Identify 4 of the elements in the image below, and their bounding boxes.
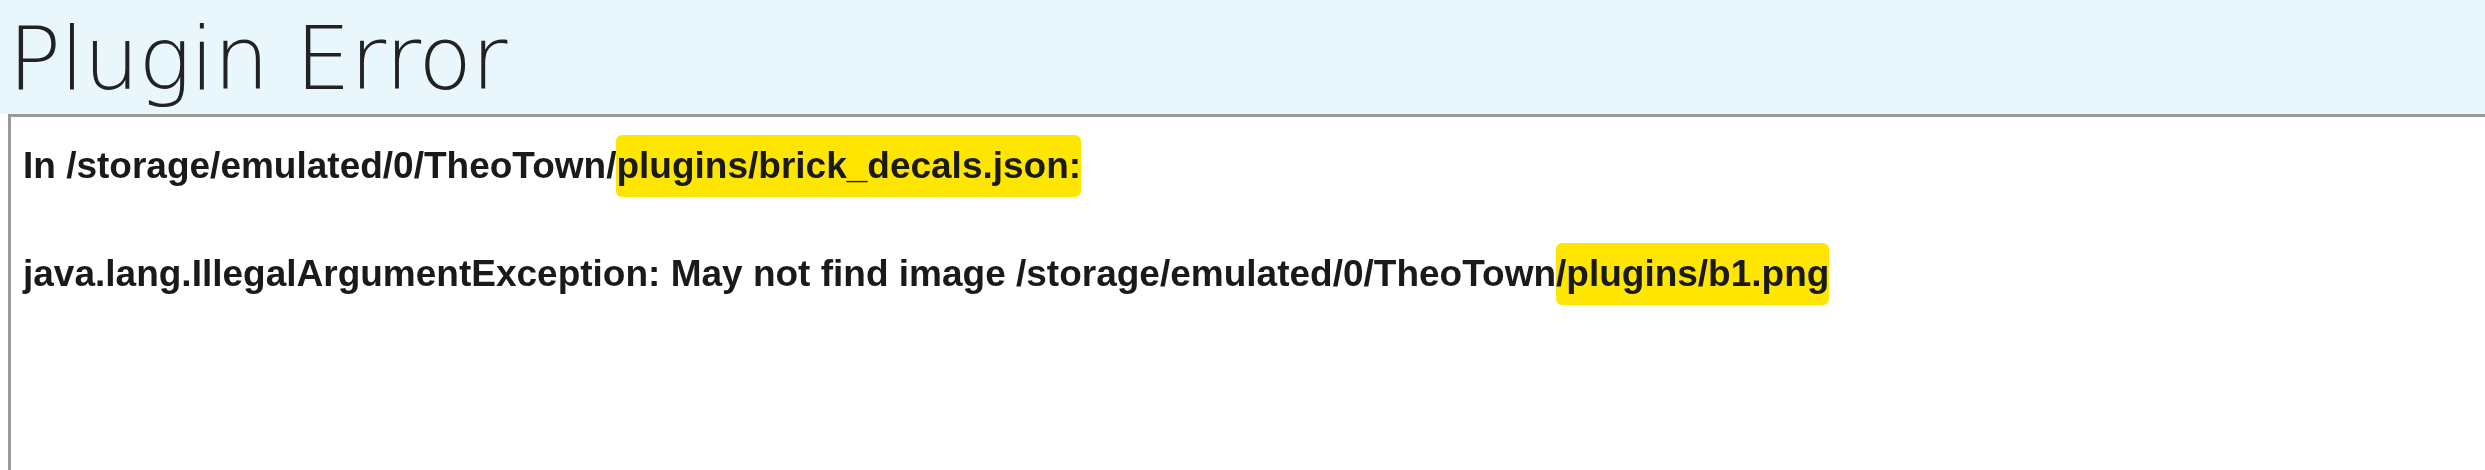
message-text: In /storage/emulated/0/TheoTown/: [23, 144, 617, 188]
highlighted-text: plugins/brick_decals.json:: [616, 135, 1082, 197]
dialog-title: Plugin Error: [8, 6, 507, 112]
highlighted-text: /plugins/b1.png: [1556, 243, 1830, 305]
